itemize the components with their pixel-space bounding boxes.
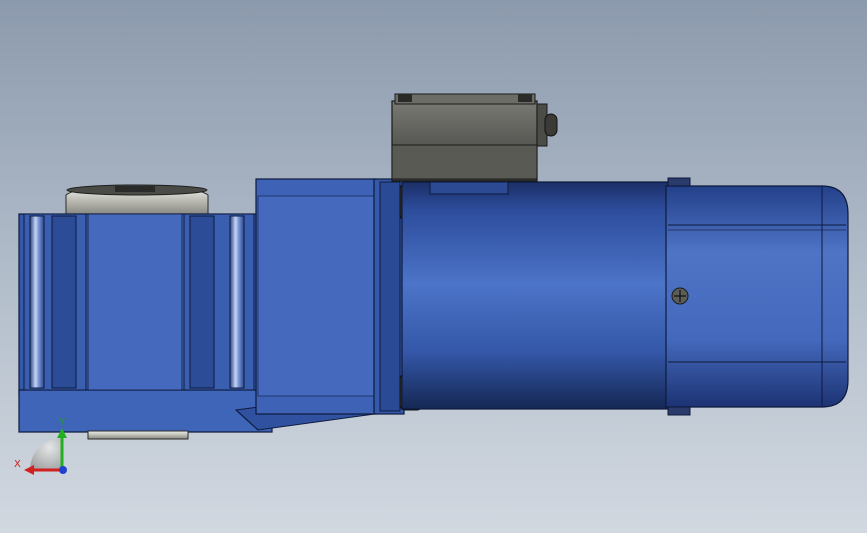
motor-body[interactable]: [401, 181, 669, 410]
x-axis-label: X: [14, 459, 21, 470]
adapter-block[interactable]: [255, 178, 377, 415]
top-flange[interactable]: [65, 184, 209, 215]
terminal-box[interactable]: [391, 93, 558, 182]
screw-icon: [671, 287, 689, 305]
gear-motor-model[interactable]: Y X: [0, 0, 867, 533]
z-axis-dot: [59, 466, 67, 474]
cable-gland-icon: [544, 113, 558, 137]
triad-sphere-icon: [30, 438, 62, 470]
y-axis-label: Y: [58, 417, 66, 428]
cad-viewport[interactable]: Y X: [0, 0, 867, 533]
fan-cover[interactable]: [665, 177, 849, 416]
